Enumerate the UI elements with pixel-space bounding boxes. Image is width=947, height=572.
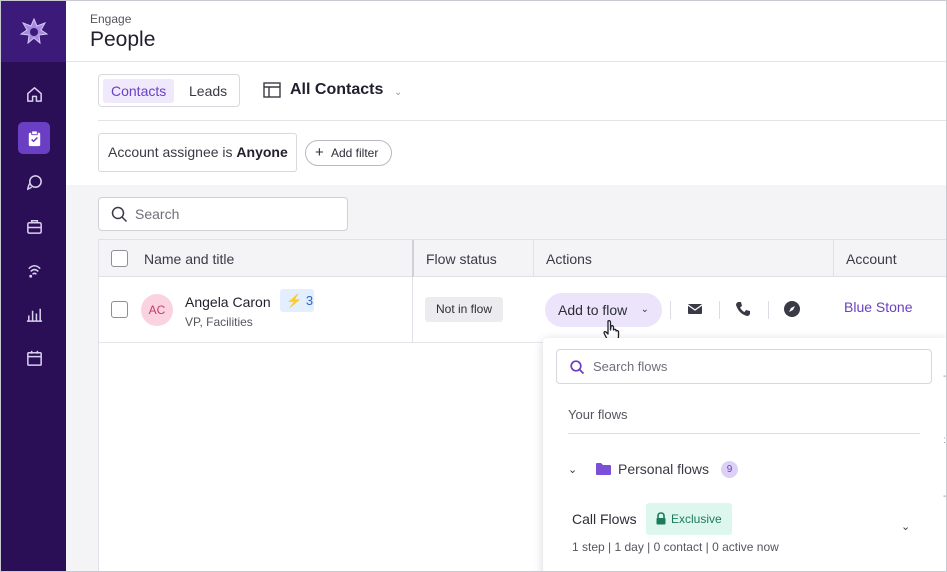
toolbar: Contacts Leads All Contacts ⌄ Account as… <box>66 63 946 185</box>
filter-label: Account assignee is <box>108 144 233 160</box>
avatar: AC <box>141 294 173 326</box>
column-header-account[interactable]: Account <box>846 251 897 267</box>
breadcrumb[interactable]: Engage <box>90 12 131 26</box>
app-window: Engage People Contacts Leads All Contact… <box>0 0 947 572</box>
add-to-flow-label: Add to flow <box>558 302 628 318</box>
nav-calendar[interactable] <box>18 342 50 374</box>
sidebar <box>1 1 66 571</box>
engagement-count: 3 <box>305 293 314 308</box>
search-flows-input[interactable]: Search flows <box>556 349 932 384</box>
search-flows-placeholder: Search flows <box>593 359 668 374</box>
folder-count-badge: 9 <box>721 461 738 478</box>
clipped-text: - <box>943 491 947 502</box>
column-header-name[interactable]: Name and title <box>144 251 234 267</box>
chevron-down-icon: ⌄ <box>640 304 649 315</box>
tab-contacts[interactable]: Contacts <box>103 79 175 103</box>
engagement-badge: ⚡ 3 <box>280 289 314 312</box>
add-to-flow-dropdown: Search flows Your flows ⌄ Personal flows… <box>543 338 946 571</box>
lock-icon <box>656 512 666 525</box>
signal-icon <box>27 264 41 278</box>
contacts-leads-toggle: Contacts Leads <box>98 74 240 107</box>
nav-deals[interactable] <box>18 210 50 242</box>
table-view-icon <box>263 82 281 98</box>
column-divider[interactable] <box>412 240 414 278</box>
bolt-icon: ⚡ <box>286 293 303 308</box>
page-header: Engage People <box>66 1 946 62</box>
nav-engage[interactable] <box>18 122 50 154</box>
column-divider <box>533 240 534 278</box>
filter-value: Anyone <box>236 144 288 160</box>
row-checkbox[interactable] <box>111 301 128 318</box>
folder-icon <box>596 463 611 475</box>
search-icon <box>570 360 585 375</box>
table-row[interactable]: AC Angela Caron ⚡ 3 VP, Facilities Not i… <box>99 277 946 343</box>
exclusive-badge: Exclusive <box>646 503 732 535</box>
email-icon[interactable] <box>685 299 705 319</box>
chevron-down-icon[interactable]: ⌄ <box>901 520 910 533</box>
app-logo[interactable] <box>1 1 66 62</box>
flow-meta: 1 step | 1 day | 0 contact | 0 active no… <box>572 540 779 554</box>
clipped-text: - <box>943 371 947 382</box>
table-header: Name and title Flow status Actions Accou… <box>99 239 946 278</box>
compass-icon[interactable] <box>782 299 802 319</box>
bar-chart-icon <box>26 308 42 322</box>
divider <box>98 120 946 121</box>
flow-status-badge: Not in flow <box>425 297 503 322</box>
calendar-icon <box>26 350 42 366</box>
search-placeholder: Search <box>135 206 180 222</box>
nav-signals[interactable] <box>18 254 50 286</box>
tab-leads[interactable]: Leads <box>181 79 235 103</box>
search-icon <box>111 206 128 223</box>
flow-name[interactable]: Call Flows <box>572 511 637 527</box>
briefcase-icon <box>26 219 42 234</box>
view-selector[interactable]: All Contacts <box>290 81 383 99</box>
search-input[interactable]: Search <box>98 197 348 231</box>
plus-icon: + <box>315 144 324 161</box>
column-divider <box>833 240 834 278</box>
contact-title: VP, Facilities <box>185 315 253 329</box>
chevron-down-icon[interactable]: ⌄ <box>394 87 402 98</box>
exclusive-label: Exclusive <box>671 512 722 526</box>
clipped-text: : <box>943 435 946 446</box>
starburst-logo-icon <box>19 17 48 44</box>
add-filter-label: Add filter <box>331 146 379 160</box>
divider <box>568 433 920 434</box>
chevron-down-icon[interactable]: ⌄ <box>568 463 577 476</box>
add-filter-button[interactable]: + Add filter <box>305 140 392 166</box>
section-title: Your flows <box>568 407 628 422</box>
column-header-flow-status[interactable]: Flow status <box>426 251 497 267</box>
page-title: People <box>90 28 156 51</box>
phone-icon[interactable] <box>733 299 753 319</box>
select-all-checkbox[interactable] <box>111 250 128 267</box>
column-divider <box>412 277 413 343</box>
nav-home[interactable] <box>18 78 50 110</box>
divider <box>768 301 769 319</box>
divider <box>719 301 720 319</box>
contact-name[interactable]: Angela Caron <box>185 294 271 310</box>
column-header-actions: Actions <box>546 251 592 267</box>
home-icon <box>26 86 42 102</box>
chat-bubbles-icon <box>26 174 42 190</box>
account-link[interactable]: Blue Stone <box>844 299 913 315</box>
nav-conversations[interactable] <box>18 166 50 198</box>
clipboard-icon <box>28 129 40 146</box>
filter-chip-account-assignee[interactable]: Account assignee is Anyone <box>98 133 297 172</box>
nav-analytics[interactable] <box>18 298 50 330</box>
divider <box>670 301 671 319</box>
folder-label: Personal flows <box>618 461 710 477</box>
